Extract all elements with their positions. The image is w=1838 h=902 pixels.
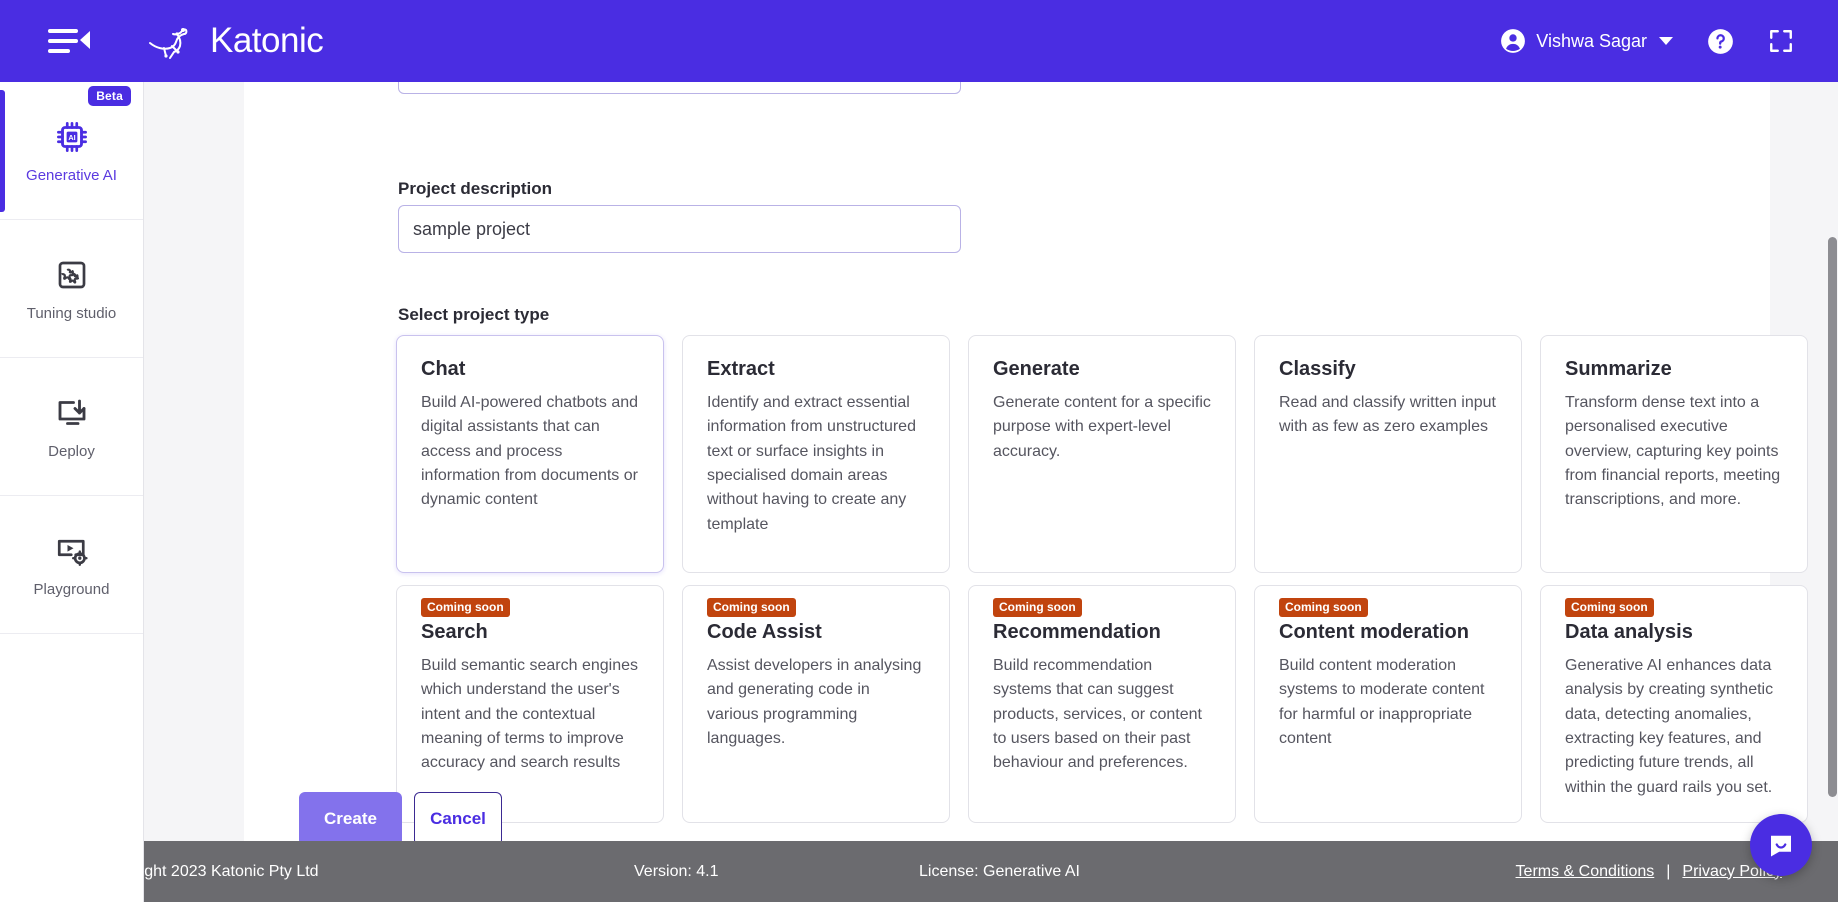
card-title: Data analysis [1565, 621, 1693, 643]
project-type-card-classify[interactable]: Classify Read and classify written input… [1254, 335, 1522, 573]
project-name-input[interactable] [398, 82, 961, 94]
card-description: Build recommendation systems that can su… [993, 657, 1202, 772]
app-header: Katonic Vishwa Sagar [0, 0, 1838, 82]
card-description: Build semantic search engines which unde… [421, 657, 639, 772]
app-footer: Copyright 2023 Katonic Pty Ltd Version: … [0, 841, 1838, 902]
sidebar: Beta AI Generative AI Tuning studio Depl… [0, 82, 144, 902]
project-type-card-search[interactable]: Coming soon Search Build semantic search… [396, 585, 664, 823]
monitor-download-icon [54, 393, 90, 433]
sidebar-item-label: Playground [33, 581, 110, 598]
sidebar-item-tuning-studio[interactable]: Tuning studio [0, 220, 143, 358]
brand-name: Katonic [210, 21, 324, 60]
project-type-grid: Chat Build AI-powered chatbots and digit… [396, 335, 1808, 823]
project-type-card-extract[interactable]: Extract Identify and extract essential i… [682, 335, 950, 573]
create-button[interactable]: Create [299, 792, 402, 846]
card-description: Transform dense text into a personalised… [1565, 394, 1781, 509]
coming-soon-badge: Coming soon [1565, 598, 1654, 617]
project-type-card-generate[interactable]: Generate Generate content for a specific… [968, 335, 1236, 573]
coming-soon-badge: Coming soon [993, 598, 1082, 617]
card-title: Summarize [1565, 358, 1672, 380]
project-type-card-data-analysis[interactable]: Coming soon Data analysis Generative AI … [1540, 585, 1808, 823]
hamburger-bar [48, 39, 78, 43]
cancel-button[interactable]: Cancel [414, 792, 502, 846]
coming-soon-badge: Coming soon [421, 598, 510, 617]
card-description: Identify and extract essential informati… [707, 394, 916, 533]
beta-badge: Beta [88, 86, 131, 106]
card-title: Search [421, 621, 488, 643]
create-project-panel: Project description Select project type … [244, 82, 1808, 872]
content-gutter [144, 82, 244, 872]
footer-version: Version: 4.1 [634, 862, 719, 880]
card-title: Extract [707, 358, 775, 380]
play-settings-icon [54, 531, 90, 571]
chevron-down-icon [1659, 37, 1673, 45]
kangaroo-logo-icon [149, 28, 188, 59]
card-title: Content moderation [1279, 621, 1469, 643]
coming-soon-badge: Coming soon [707, 598, 796, 617]
footer-license: License: Generative AI [919, 862, 1080, 880]
footer-links: Terms & Conditions | Privacy Policy [1516, 863, 1782, 881]
sidebar-item-label: Generative AI [26, 167, 117, 184]
footer-link-separator: | [1666, 862, 1671, 880]
ai-chip-icon: AI [53, 117, 91, 157]
card-title: Code Assist [707, 621, 822, 643]
brand-logo[interactable]: Katonic [144, 21, 324, 61]
user-menu[interactable]: Vishwa Sagar [1500, 28, 1673, 54]
card-description: Generate content for a specific purpose … [993, 394, 1211, 460]
card-title: Chat [421, 358, 466, 380]
project-description-label: Project description [398, 179, 552, 198]
form-actions: Create Cancel [299, 792, 502, 846]
vertical-scrollbar-thumb[interactable] [1828, 237, 1837, 797]
sidebar-item-generative-ai[interactable]: Beta AI Generative AI [0, 82, 143, 220]
svg-text:AI: AI [68, 133, 75, 142]
hamburger-bar [48, 29, 78, 33]
sidebar-item-label: Tuning studio [26, 305, 117, 322]
card-description: Build content moderation systems to mode… [1279, 657, 1485, 747]
project-type-card-code-assist[interactable]: Coming soon Code Assist Assist developer… [682, 585, 950, 823]
help-circle-icon[interactable] [1707, 28, 1734, 55]
sidebar-item-deploy[interactable]: Deploy [0, 358, 143, 496]
hamburger-bar [48, 49, 70, 53]
user-name: Vishwa Sagar [1536, 30, 1647, 51]
puzzle-pieces-icon [54, 255, 90, 295]
coming-soon-badge: Coming soon [1279, 598, 1368, 617]
project-type-card-chat[interactable]: Chat Build AI-powered chatbots and digit… [396, 335, 664, 573]
select-project-type-label: Select project type [398, 305, 550, 324]
card-description: Generative AI enhances data analysis by … [1565, 657, 1774, 796]
avatar-icon [1501, 29, 1526, 53]
header-actions: Vishwa Sagar [1500, 28, 1794, 55]
card-description: Read and classify written input with as … [1279, 394, 1496, 436]
project-type-card-summarize[interactable]: Summarize Transform dense text into a pe… [1540, 335, 1808, 573]
collapse-arrow-icon [80, 31, 90, 49]
fullscreen-expand-icon[interactable] [1768, 28, 1794, 54]
card-title: Recommendation [993, 621, 1161, 643]
sidebar-item-label: Deploy [48, 443, 95, 460]
card-title: Generate [993, 358, 1080, 380]
hamburger-collapse-icon[interactable] [48, 24, 90, 58]
content-scroll-region: Project description Select project type … [144, 82, 1838, 902]
chat-smile-bubble-icon[interactable] [1750, 814, 1812, 876]
project-type-card-content-moderation[interactable]: Coming soon Content moderation Build con… [1254, 585, 1522, 823]
card-title: Classify [1279, 358, 1356, 380]
card-description: Build AI-powered chatbots and digital as… [421, 394, 639, 509]
card-description: Assist developers in analysing and gener… [707, 657, 922, 747]
project-type-card-recommendation[interactable]: Coming soon Recommendation Build recomme… [968, 585, 1236, 823]
terms-and-conditions-link[interactable]: Terms & Conditions [1516, 863, 1655, 881]
project-description-input[interactable] [398, 205, 961, 253]
sidebar-item-playground[interactable]: Playground [0, 496, 143, 634]
